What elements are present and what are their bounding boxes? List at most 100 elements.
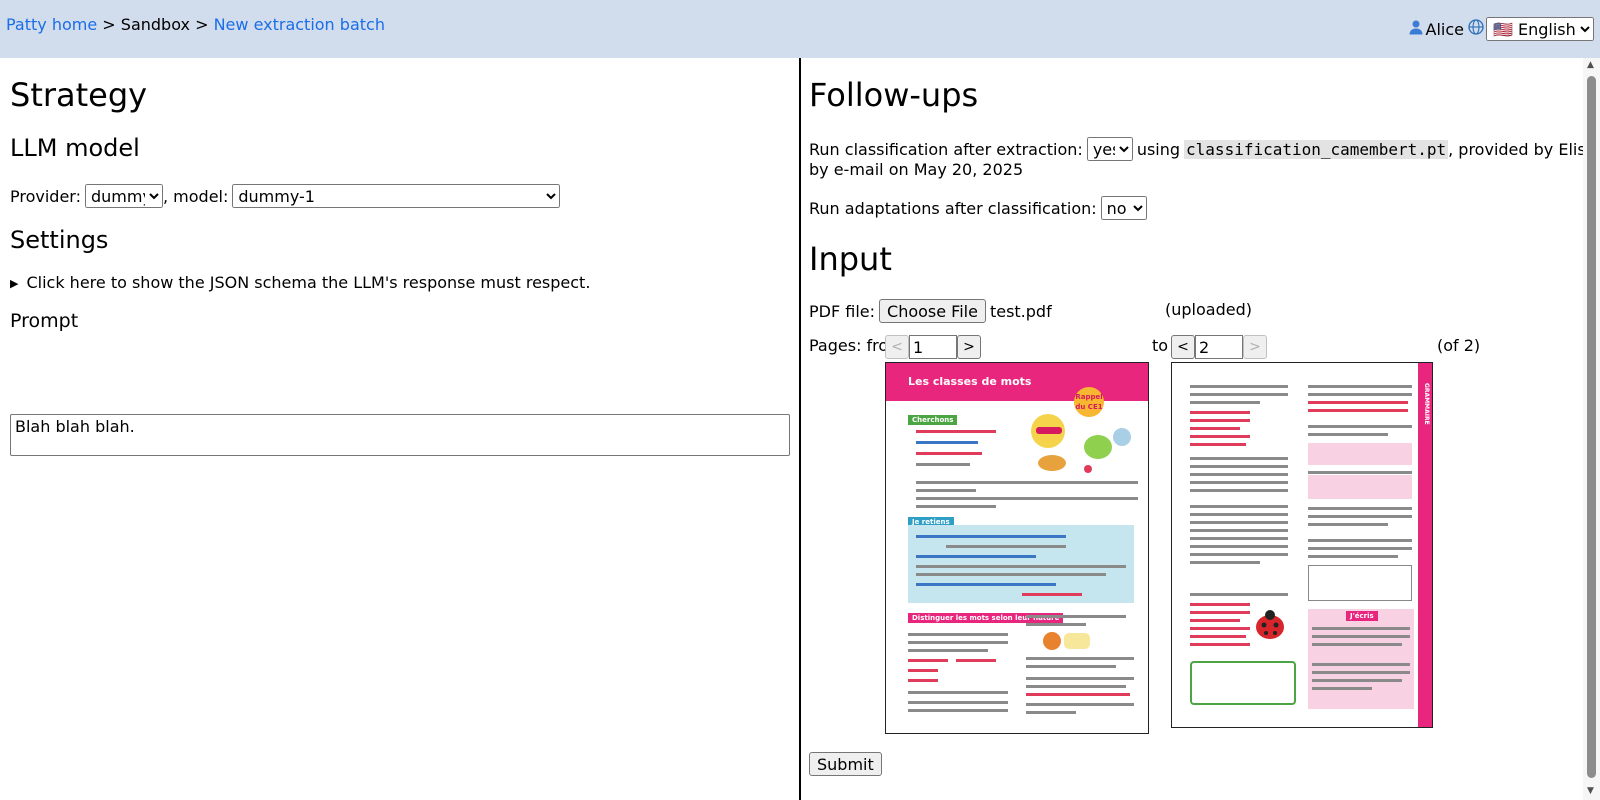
text-line: [916, 573, 1106, 576]
text-line: [1190, 611, 1250, 614]
text-line: [956, 659, 996, 662]
file-name: test.pdf: [989, 301, 1052, 321]
writing-box: [1308, 609, 1414, 709]
tag-cherchons: Cherchons: [908, 415, 958, 425]
classification-label: Run classification after extraction:: [809, 139, 1083, 159]
classification-select[interactable]: yes: [1086, 137, 1133, 161]
input-title: Input: [809, 240, 892, 278]
prompt-textarea[interactable]: Blah blah blah.: [10, 414, 790, 456]
to-page-input[interactable]: [1195, 335, 1243, 359]
fox-icon: [1042, 629, 1092, 657]
text-line: [1308, 401, 1408, 404]
provided-date-text: by e-mail on May 20, 2025: [809, 160, 1024, 179]
pages-to-label: to: [1152, 336, 1169, 355]
submit-button[interactable]: Submit: [809, 752, 882, 776]
json-schema-toggle[interactable]: ▶ Click here to show the JSON schema the …: [10, 273, 590, 292]
upload-status: (uploaded): [1165, 300, 1252, 319]
page-1-title: Les classes de mots: [908, 375, 1032, 388]
globe-icon: [1468, 19, 1484, 39]
text-line: [1312, 627, 1410, 630]
text-line: [1190, 481, 1288, 484]
text-line: [1190, 619, 1240, 622]
strategy-panel: Strategy LLM model Provider: dummy , mod…: [0, 58, 800, 800]
text-line: [908, 679, 938, 682]
model-select[interactable]: dummy-1: [232, 184, 561, 208]
text-line: [1022, 593, 1082, 596]
language-select[interactable]: 🇺🇸 English: [1486, 17, 1594, 41]
text-line: [908, 709, 1008, 712]
text-line: [1312, 663, 1410, 666]
provider-select[interactable]: dummy: [84, 184, 163, 208]
page-2-side-label: GRAMMAIRE: [1423, 383, 1430, 425]
breadcrumb-home-link[interactable]: Patty home: [6, 15, 97, 34]
settings-title: Settings: [10, 226, 109, 254]
adaptations-select[interactable]: no: [1100, 196, 1147, 220]
text-line: [1190, 393, 1288, 396]
from-prev-button[interactable]: <: [885, 335, 909, 359]
text-line: [916, 583, 1056, 586]
right-panel-scrollbar[interactable]: ▲ ▼: [1583, 58, 1600, 800]
breadcrumb: Patty home > Sandbox > New extraction ba…: [6, 15, 385, 34]
text-line: [1190, 561, 1260, 564]
text-line: [1308, 547, 1412, 550]
text-line: [1312, 671, 1410, 674]
text-line: [1312, 679, 1402, 682]
text-line: [916, 555, 1036, 558]
text-line: [916, 430, 996, 433]
person-icon: [1408, 19, 1424, 39]
from-page-input[interactable]: [909, 335, 957, 359]
text-line: [916, 489, 976, 492]
text-line: [1026, 703, 1134, 706]
text-line: [908, 649, 988, 652]
text-line: [916, 452, 982, 455]
scroll-up-icon[interactable]: ▲: [1587, 60, 1594, 70]
text-line: [1190, 635, 1246, 638]
text-line: [1190, 401, 1260, 404]
text-line: [1026, 623, 1086, 626]
from-next-button[interactable]: >: [957, 335, 981, 359]
text-line: [1026, 711, 1076, 714]
text-line: [1308, 393, 1412, 396]
tag-j-ecris: J'écris: [1346, 611, 1378, 621]
to-page-controls: < >: [1171, 335, 1267, 359]
text-line: [908, 701, 1008, 704]
text-line: [1190, 465, 1288, 468]
exercise-box: [1308, 475, 1412, 499]
followups-title: Follow-ups: [809, 76, 979, 114]
observe-box: [1190, 661, 1296, 705]
text-line: [1190, 627, 1250, 630]
text-line: [1308, 433, 1388, 436]
text-line: [916, 441, 978, 444]
text-line: [1308, 555, 1398, 558]
to-prev-button[interactable]: <: [1171, 335, 1195, 359]
text-line: [1308, 409, 1408, 412]
text-line: [1190, 553, 1288, 556]
pdf-page-1-thumbnail: Les classes de mots Rappel du CE1 Cherch…: [885, 362, 1149, 734]
llm-model-title: LLM model: [10, 134, 140, 162]
text-line: [1026, 693, 1130, 696]
scroll-down-icon[interactable]: ▼: [1587, 786, 1594, 796]
pdf-file-row: PDF file: Choose File test.pdf: [809, 298, 1052, 324]
text-line: [1308, 425, 1412, 428]
breadcrumb-current-link[interactable]: New extraction batch: [214, 15, 385, 34]
using-text: using: [1136, 139, 1181, 159]
text-line: [1190, 537, 1288, 540]
text-line: [1190, 529, 1288, 532]
text-line: [1190, 419, 1250, 422]
text-line: [1190, 385, 1288, 388]
text-line: [1190, 643, 1250, 646]
adaptations-row: Run adaptations after classification: no: [809, 195, 1147, 221]
user-name: Alice: [1425, 19, 1464, 39]
pdf-page-2-thumbnail: GRAMMAIRE J'écris: [1171, 362, 1433, 728]
model-label: , model:: [162, 186, 229, 206]
scrollbar-thumb[interactable]: [1587, 76, 1596, 778]
text-line: [1026, 685, 1126, 688]
text-line: [1190, 513, 1288, 516]
followups-panel: Follow-ups Run classification after extr…: [801, 58, 1583, 800]
text-line: [1308, 539, 1412, 542]
user-area: Alice 🇺🇸 English: [1408, 16, 1594, 42]
choose-file-button[interactable]: Choose File: [879, 299, 986, 323]
text-line: [916, 565, 1126, 568]
to-next-button[interactable]: >: [1243, 335, 1267, 359]
from-page-controls: < >: [885, 335, 981, 359]
